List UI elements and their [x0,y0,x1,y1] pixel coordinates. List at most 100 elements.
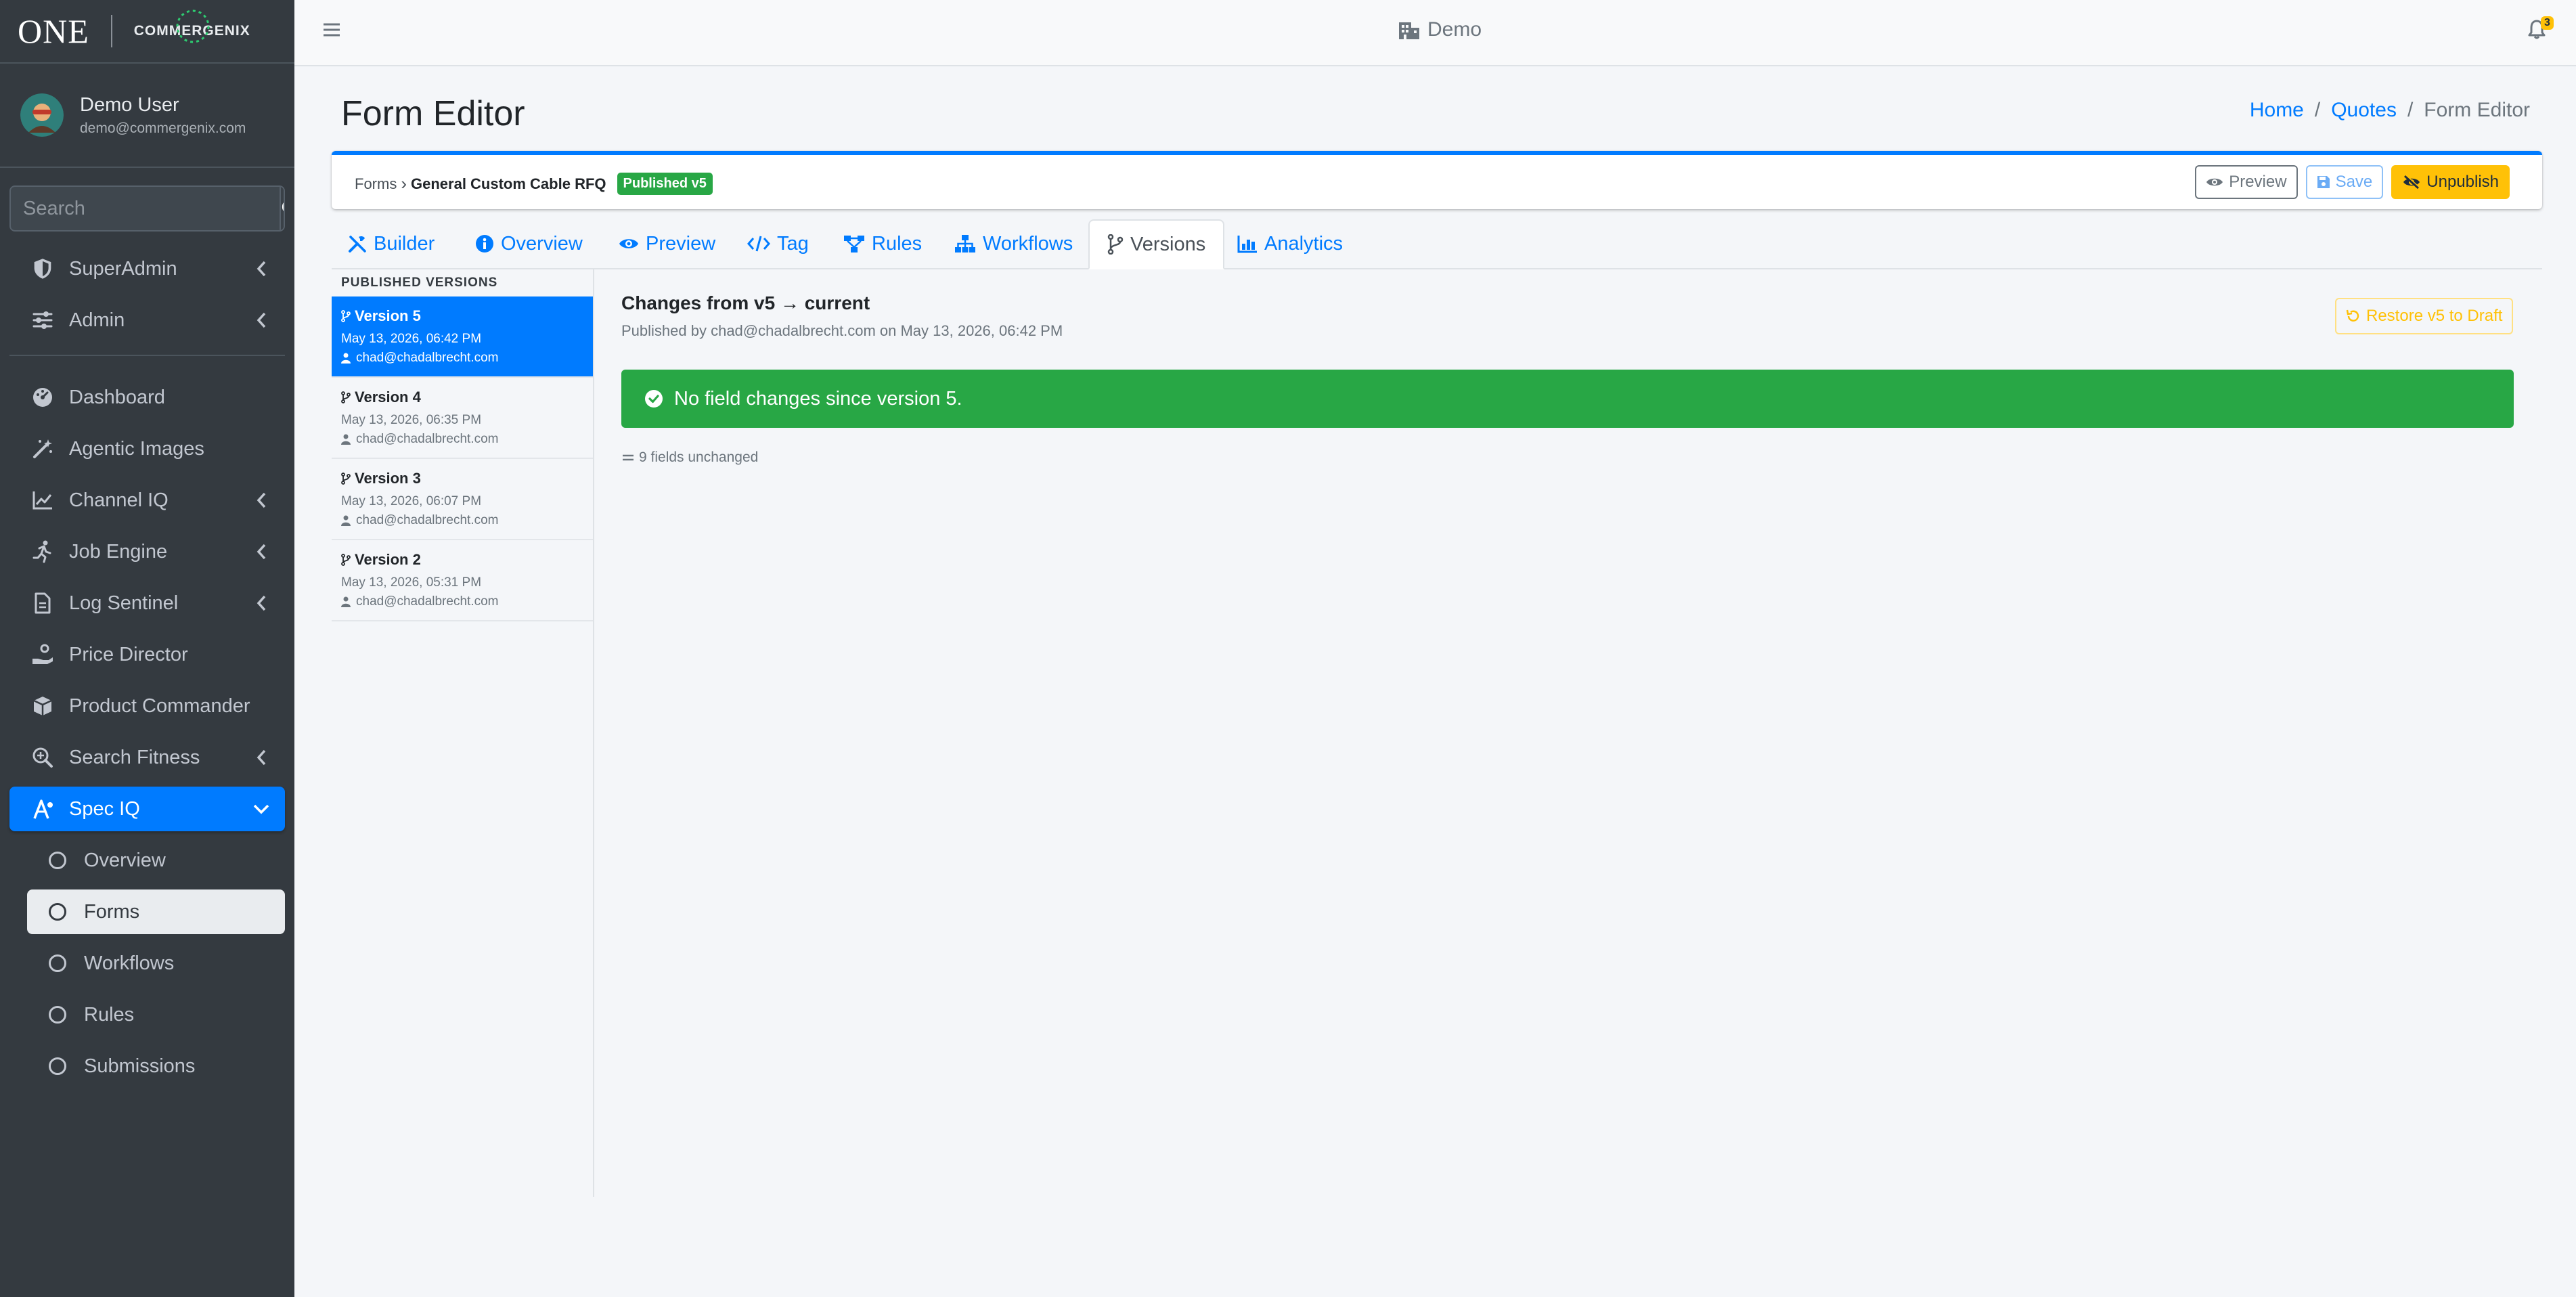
restore-to-draft-button[interactable]: Restore v5 to Draft [2335,298,2514,334]
version-label: Version 2 [355,551,421,568]
form-actions: Preview Save Unpublish [2187,165,2510,199]
tenant-selector[interactable]: Demo [1398,18,1482,41]
breadcrumb-home-link[interactable]: Home [2250,99,2304,122]
sidebar-subitem-label: Rules [84,1003,135,1026]
equals-icon [623,454,634,461]
tab-versions[interactable]: Versions [1088,219,1225,269]
status-badge: Published v5 [617,173,713,195]
undo-icon [2346,309,2359,322]
branch-icon [341,391,351,403]
tab-label: Preview [646,232,716,255]
tab-overview[interactable]: Overview [467,219,591,268]
tab-preview[interactable]: Preview [610,219,724,268]
unpublish-button[interactable]: Unpublish [2391,165,2510,199]
tab-label: Rules [872,232,923,255]
eye-icon [619,239,638,248]
sidebar-item-search-fitness[interactable]: Search Fitness [9,735,285,780]
sidebar-item-job-engine[interactable]: Job Engine [9,529,285,574]
sidebar-item-dashboard[interactable]: Dashboard [9,375,285,420]
form-header-card: Forms › General Custom Cable RFQ Publish… [332,151,2542,209]
sidebar-subitem-label: Forms [84,900,140,923]
notifications-button[interactable]: 3 [2527,16,2554,39]
tab-label: Builder [374,232,435,255]
tab-label: Versions [1130,233,1206,255]
version-user: chad@chadalbrecht.com [356,351,499,365]
sidebar-item-label: Dashboard [69,386,165,408]
circle-icon [49,1006,66,1024]
sidebar-item-spec-iq[interactable]: Spec IQ [9,787,285,831]
sidebar-item-superadmin[interactable]: SuperAdmin [9,246,285,291]
branch-icon [341,472,351,485]
user-panel[interactable]: Demo User demo@commergenix.com [0,64,294,168]
sidebar-item-product-commander[interactable]: Product Commander [9,684,285,728]
circle-icon [49,954,66,972]
tab-workflows[interactable]: Workflows [946,219,1081,268]
info-circle-icon [476,235,493,252]
hand-coin-icon [30,642,55,667]
avatar[interactable] [20,93,64,137]
tenant-name: Demo [1427,18,1482,41]
form-name: General Custom Cable RFQ [411,175,606,192]
sidebar-item-label: SuperAdmin [69,257,177,280]
sidebar-item-price-director[interactable]: Price Director [9,632,285,677]
sidebar-item-label: Log Sentinel [69,592,179,614]
tab-rules[interactable]: Rules [835,219,930,268]
version-item[interactable]: Version 3 May 13, 2026, 06:07 PM chad@ch… [332,459,593,540]
user-name[interactable]: Demo User [80,94,246,116]
preview-button-label: Preview [2229,173,2287,191]
version-date: May 13, 2026, 06:07 PM [341,494,482,508]
brand-logo[interactable]: ONE COMMERGENIX [0,0,294,64]
sidebar-subitem-label: Submissions [84,1055,196,1077]
branch-icon [341,310,351,322]
save-button-label: Save [2335,173,2373,191]
version-label: Version 4 [355,389,421,405]
sidebar-item-label: Search Fitness [69,746,200,768]
sidebar-item-label: Admin [69,309,125,331]
tab-label: Overview [501,232,583,255]
save-button[interactable]: Save [2305,165,2384,199]
published-versions-panel: PUBLISHED VERSIONS Version 5 May 13, 202… [332,269,594,1197]
hamburger-icon [324,23,340,37]
version-user: chad@chadalbrecht.com [356,432,499,446]
user-icon [341,434,351,445]
form-breadcrumb: Forms › General Custom Cable RFQ Publish… [355,173,713,195]
tab-label: Tag [777,232,809,255]
forms-crumb-link[interactable]: Forms [355,175,397,193]
chart-icon [1237,236,1257,253]
search-button[interactable] [280,187,284,230]
sidebar-item-admin[interactable]: Admin [9,298,285,343]
sidebar-subitem-workflows[interactable]: Workflows [27,941,285,986]
shield-icon [30,256,55,282]
breadcrumb-current: Form Editor [2424,99,2530,121]
tab-builder[interactable]: Builder [340,219,443,268]
search-input[interactable] [11,187,280,230]
tab-analytics[interactable]: Analytics [1229,219,1351,268]
version-item[interactable]: Version 4 May 13, 2026, 06:35 PM chad@ch… [332,378,593,459]
sidebar-item-log-sentinel[interactable]: Log Sentinel [9,581,285,625]
user-email: demo@commergenix.com [80,120,246,136]
file-icon [30,590,55,616]
version-label: Version 3 [355,470,421,487]
sidebar-subitem-forms[interactable]: Forms [27,889,285,934]
user-icon [341,596,351,607]
preview-button[interactable]: Preview [2195,165,2298,199]
top-navbar: Demo 3 [294,0,2576,66]
sidebar-subitem-rules[interactable]: Rules [27,992,285,1037]
box-icon [30,693,55,719]
no-changes-alert: No field changes since version 5. [621,370,2514,428]
unchanged-fields-note: 9 fields unchanged [621,449,758,466]
tab-tag[interactable]: Tag [739,219,817,268]
sidebar-subitem-overview[interactable]: Overview [27,838,285,883]
sidebar-item-channel-iq[interactable]: Channel IQ [9,478,285,523]
notification-badge: 3 [2541,16,2554,30]
brand-ring-icon [176,9,210,43]
version-item[interactable]: Version 2 May 13, 2026, 05:31 PM chad@ch… [332,540,593,621]
chevron-left-icon [257,261,266,277]
breadcrumb-quotes-link[interactable]: Quotes [2331,99,2397,122]
sidebar-item-agentic-images[interactable]: Agentic Images [9,426,285,471]
version-label: Version 5 [355,307,421,324]
version-item[interactable]: Version 5 May 13, 2026, 06:42 PM chad@ch… [332,296,593,378]
version-date: May 13, 2026, 06:35 PM [341,413,482,427]
menu-toggle-button[interactable] [323,22,340,38]
sidebar-subitem-submissions[interactable]: Submissions [27,1044,285,1089]
